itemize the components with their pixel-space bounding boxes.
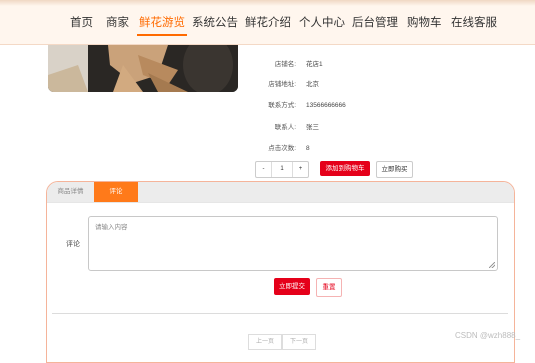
add-to-cart-button[interactable]: 添加到购物车	[320, 161, 370, 176]
info-label: 联系人:	[274, 124, 296, 131]
top-shade	[0, 0, 535, 6]
info-label: 联系方式:	[268, 102, 296, 109]
comment-placeholder: 请输入内容	[95, 224, 128, 231]
divider	[52, 313, 508, 314]
info-value: 8	[306, 145, 310, 152]
info-shop-address: 店铺地址: 北京	[248, 78, 448, 92]
comment-label: 评论	[66, 241, 80, 248]
quantity-stepper: - 1 +	[255, 161, 309, 178]
decrement-button[interactable]: -	[256, 162, 271, 177]
resize-handle-icon[interactable]	[489, 262, 495, 268]
quantity-input[interactable]: 1	[271, 162, 293, 177]
info-label: 点击次数:	[268, 145, 296, 152]
tab-comments[interactable]: 评论	[94, 182, 138, 202]
submit-button[interactable]: 立即提交	[274, 278, 310, 295]
nav-item-merchants[interactable]: 商家	[106, 14, 129, 32]
prev-page-button[interactable]: 上一页	[248, 334, 283, 350]
info-label: 店铺名:	[274, 61, 296, 68]
nav-item-home[interactable]: 首页	[70, 14, 93, 32]
increment-button[interactable]: +	[293, 162, 308, 177]
nav-item-flower-browse[interactable]: 鲜花游览	[137, 14, 187, 36]
reset-button[interactable]: 重置	[316, 278, 342, 297]
top-nav-bar: 首页 商家 鲜花游览 系统公告 鲜花介绍 个人中心 后台管理 购物车 在线客服	[0, 0, 535, 45]
info-contact-phone: 联系方式: 13566666666	[248, 99, 448, 113]
bouquet-illustration	[48, 45, 238, 92]
info-click-count: 点击次数: 8	[248, 142, 448, 156]
nav-item-personal-center[interactable]: 个人中心	[299, 14, 345, 32]
buy-now-button[interactable]: 立即购买	[376, 161, 413, 178]
main-nav: 首页 商家 鲜花游览 系统公告 鲜花介绍 个人中心 后台管理 购物车 在线客服	[0, 14, 535, 36]
tab-product-detail[interactable]: 商品详情	[47, 182, 94, 202]
info-contact-person: 联系人: 张三	[248, 121, 448, 135]
info-value: 张三	[306, 124, 319, 131]
nav-item-announcements[interactable]: 系统公告	[192, 14, 238, 32]
product-image	[48, 45, 238, 92]
info-value: 北京	[306, 81, 319, 88]
info-value: 13566666666	[306, 102, 346, 109]
watermark: CSDN @wzh888_	[455, 331, 521, 340]
nav-item-customer-service[interactable]: 在线客服	[451, 14, 497, 32]
nav-item-admin[interactable]: 后台管理	[352, 14, 398, 32]
info-label: 店铺地址:	[268, 81, 296, 88]
comment-textarea[interactable]: 请输入内容	[88, 216, 498, 271]
nav-item-cart[interactable]: 购物车	[407, 14, 442, 32]
info-shop-name: 店铺名: 花店1	[248, 58, 448, 72]
info-value: 花店1	[306, 61, 323, 68]
next-page-button[interactable]: 下一页	[282, 334, 317, 350]
nav-item-flower-intro[interactable]: 鲜花介绍	[245, 14, 291, 32]
tab-bar: 商品详情 评论	[47, 182, 514, 203]
